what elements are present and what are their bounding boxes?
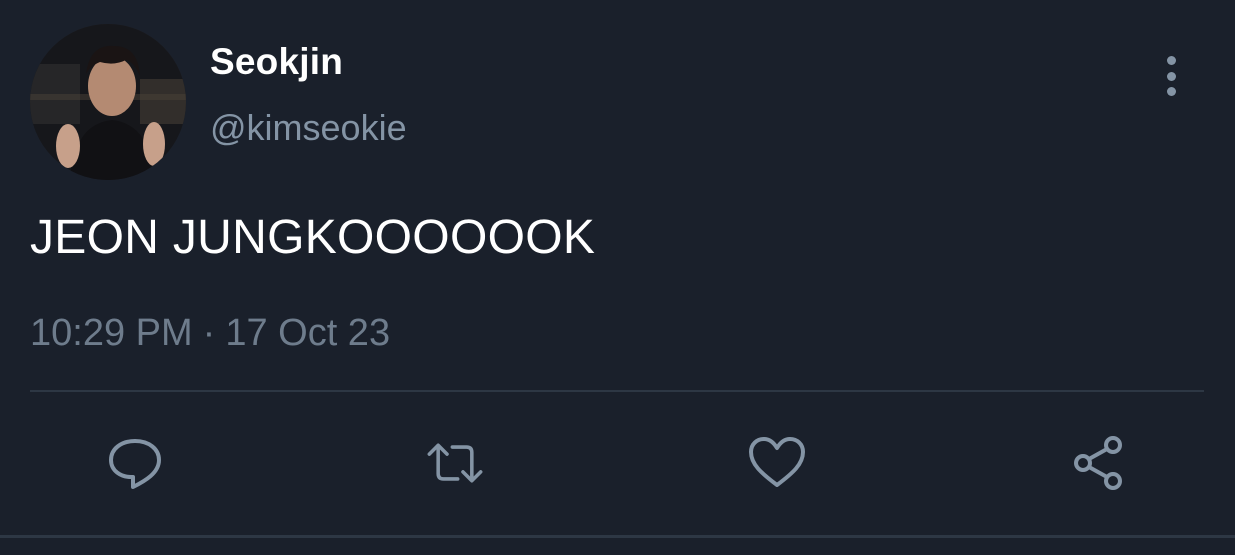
more-dot-icon xyxy=(1166,71,1176,81)
retweet-icon xyxy=(427,443,483,483)
heart-icon xyxy=(749,437,805,487)
reply-button[interactable] xyxy=(104,432,166,494)
tweet-date: 17 Oct 23 xyxy=(225,312,391,354)
share-button[interactable] xyxy=(1068,432,1130,494)
divider xyxy=(30,390,1204,392)
avatar[interactable] xyxy=(30,24,186,180)
retweet-button[interactable] xyxy=(424,432,486,494)
bottom-divider xyxy=(0,535,1235,538)
timestamp-separator: · xyxy=(202,312,216,354)
tweet-time: 10:29 PM xyxy=(30,312,193,354)
more-dot-icon xyxy=(1166,87,1176,96)
more-dot-icon xyxy=(1166,56,1176,65)
tweet-timestamp[interactable]: 10:29 PM · 17 Oct 23 xyxy=(30,310,390,356)
comment-icon xyxy=(109,439,161,489)
author-display-name[interactable]: Seokjin xyxy=(210,40,343,84)
tweet-text: JEON JUNGKOOOOOOK xyxy=(30,211,596,264)
avatar-image xyxy=(30,24,186,180)
tweet-card: Seokjin @kimseokie JEON JUNGKOOOOOOK 10:… xyxy=(0,0,1235,555)
more-options-button[interactable] xyxy=(1156,56,1186,96)
like-button[interactable] xyxy=(746,432,808,494)
share-icon xyxy=(1074,436,1122,490)
author-handle[interactable]: @kimseokie xyxy=(210,106,407,150)
